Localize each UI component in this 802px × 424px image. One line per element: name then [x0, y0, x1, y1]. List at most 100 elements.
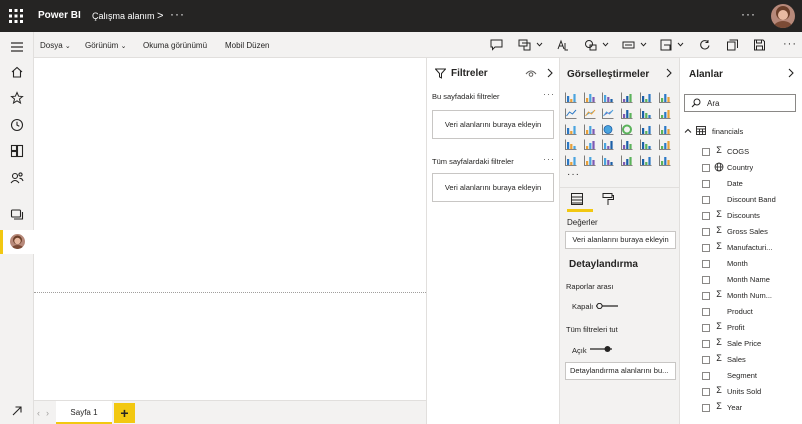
user-avatar[interactable]	[771, 4, 795, 28]
chevron-down-icon[interactable]	[602, 41, 609, 48]
shared-with-me-icon[interactable]	[10, 171, 24, 185]
pie-chart-icon[interactable]	[602, 124, 614, 135]
recent-icon[interactable]	[10, 118, 24, 132]
field-item[interactable]: Product	[702, 304, 802, 320]
app-name[interactable]: Power BI	[38, 10, 81, 21]
waterfall-chart-icon[interactable]	[565, 124, 577, 135]
line-stacked-column-icon[interactable]	[639, 108, 652, 119]
field-checkbox[interactable]	[702, 356, 710, 364]
field-item[interactable]: Σ Units Sold	[702, 384, 802, 400]
line-chart-icon[interactable]	[565, 108, 577, 119]
chevron-right-icon[interactable]	[787, 68, 795, 78]
eye-icon[interactable]	[525, 69, 537, 78]
stacked-bar-chart-icon[interactable]	[565, 92, 577, 103]
chevron-left-icon[interactable]: ‹	[37, 408, 40, 418]
menu-reading-view[interactable]: Okuma görünümü	[143, 41, 207, 50]
visual-interactions-icon[interactable]	[518, 39, 531, 51]
field-item[interactable]: Σ Discounts	[702, 208, 802, 224]
buttons-icon[interactable]	[622, 39, 635, 51]
chevron-right-icon[interactable]	[665, 68, 673, 78]
duplicate-icon[interactable]	[726, 39, 739, 51]
field-checkbox[interactable]	[702, 164, 710, 172]
add-page-button[interactable]: +	[114, 403, 135, 423]
scatter-chart-icon[interactable]	[583, 124, 596, 135]
workspace-link[interactable]: Çalışma alanım	[92, 11, 155, 21]
home-icon[interactable]	[10, 65, 24, 79]
fields-search-input[interactable]: Ara	[684, 94, 796, 112]
field-checkbox[interactable]	[702, 388, 710, 396]
field-checkbox[interactable]	[702, 228, 710, 236]
multi-row-card-icon[interactable]	[639, 139, 652, 151]
field-checkbox[interactable]	[702, 292, 710, 300]
chevron-down-icon[interactable]	[640, 41, 647, 48]
field-item[interactable]: Month Name	[702, 272, 802, 288]
field-item[interactable]: Σ Month Num...	[702, 288, 802, 304]
image-icon[interactable]	[660, 39, 673, 51]
field-item[interactable]: Country	[702, 160, 802, 176]
collapse-menu-icon[interactable]	[10, 40, 24, 54]
more-options-icon[interactable]: ···	[170, 7, 185, 21]
card-icon[interactable]	[621, 139, 633, 151]
field-item[interactable]: Month	[702, 256, 802, 272]
field-item[interactable]: Σ Manufacturi...	[702, 240, 802, 256]
field-checkbox[interactable]	[702, 276, 710, 284]
table-name[interactable]: financials	[712, 127, 743, 136]
clustered-column-chart-icon[interactable]	[621, 92, 633, 103]
chevron-up-icon[interactable]	[684, 127, 692, 135]
field-item[interactable]: Segment	[702, 368, 802, 384]
100-stacked-column-chart-icon[interactable]	[658, 92, 671, 103]
funnel-icon[interactable]	[583, 139, 596, 151]
clustered-bar-chart-icon[interactable]	[602, 92, 614, 103]
more-visuals-icon[interactable]: ···	[567, 169, 580, 180]
field-checkbox[interactable]	[702, 372, 710, 380]
kpi-icon[interactable]	[658, 139, 671, 151]
more-options-icon[interactable]: ···	[543, 89, 555, 99]
fields-well-icon[interactable]	[570, 192, 584, 206]
cross-report-toggle[interactable]	[596, 303, 618, 309]
field-item[interactable]: Σ Gross Sales	[702, 224, 802, 240]
matrix-icon[interactable]	[621, 155, 633, 167]
field-checkbox[interactable]	[702, 196, 710, 204]
stacked-column-chart-icon[interactable]	[583, 92, 596, 103]
stacked-area-chart-icon[interactable]	[602, 108, 614, 119]
field-item[interactable]: Σ COGS	[702, 144, 802, 160]
drillthrough-drop-well[interactable]: Detaylandırma alanlarını bu...	[565, 362, 676, 380]
filled-map-icon[interactable]	[565, 139, 577, 151]
area-chart-icon[interactable]	[583, 108, 596, 119]
field-checkbox[interactable]	[702, 308, 710, 316]
field-checkbox[interactable]	[702, 324, 710, 332]
field-checkbox[interactable]	[702, 244, 710, 252]
treemap-icon[interactable]	[639, 124, 652, 135]
ribbon-chart-icon[interactable]	[658, 108, 671, 119]
save-icon[interactable]	[753, 39, 766, 51]
gauge-icon[interactable]	[602, 139, 614, 151]
key-influencers-icon[interactable]	[639, 155, 652, 167]
field-checkbox[interactable]	[702, 340, 710, 348]
this-page-filter-drop-well[interactable]: Veri alanlarını buraya ekleyin	[432, 110, 554, 139]
table-visual-icon[interactable]	[602, 155, 614, 167]
refresh-icon[interactable]	[698, 39, 711, 51]
chevron-down-icon[interactable]	[677, 41, 684, 48]
field-item[interactable]: Σ Year	[702, 400, 802, 416]
shapes-icon[interactable]	[584, 39, 597, 51]
field-checkbox[interactable]	[702, 180, 710, 188]
map-icon[interactable]	[658, 124, 671, 135]
field-item[interactable]: Σ Sale Price	[702, 336, 802, 352]
chevron-down-icon[interactable]	[536, 41, 543, 48]
comment-icon[interactable]	[490, 39, 503, 51]
slicer-icon[interactable]	[565, 155, 577, 167]
field-item[interactable]: Date	[702, 176, 802, 192]
line-clustered-column-icon[interactable]	[621, 108, 633, 119]
field-checkbox[interactable]	[702, 148, 710, 156]
100-stacked-bar-chart-icon[interactable]	[639, 92, 652, 103]
field-checkbox[interactable]	[702, 404, 710, 412]
format-paint-roller-icon[interactable]	[601, 192, 615, 206]
more-options-icon[interactable]: ···	[783, 38, 797, 50]
field-item[interactable]: Discount Band	[702, 192, 802, 208]
python-visual-icon[interactable]	[583, 155, 596, 167]
settings-more-icon[interactable]: ···	[741, 7, 756, 21]
text-box-icon[interactable]	[556, 39, 569, 51]
menu-view[interactable]: Görünüm ⌄	[85, 41, 126, 50]
workspaces-icon[interactable]	[10, 207, 24, 221]
my-workspace-avatar[interactable]	[10, 234, 25, 249]
